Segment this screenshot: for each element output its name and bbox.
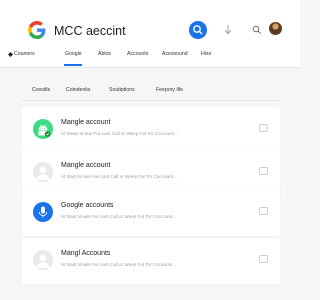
card-title: Google accounts [61, 202, 114, 209]
search-small-icon[interactable] [252, 25, 262, 35]
filter-soutiptions[interactable]: Soutiptions [109, 87, 135, 93]
person-icon [33, 162, 53, 182]
person-icon [33, 250, 53, 270]
active-tab-indicator [64, 64, 82, 66]
app-header: MCC aeccint [0, 0, 300, 42]
filter-feepory-life[interactable]: Feepory life [156, 87, 183, 93]
card-action-button[interactable] [259, 124, 268, 132]
tab-hiso[interactable]: Hiso [201, 51, 211, 57]
list-item[interactable]: Mangle account Al Sleep M ane Far Lant C… [22, 107, 280, 153]
card-subtitle: M Slept M alle Far Lant Call or Weep Fal… [61, 262, 176, 267]
tab-ablos[interactable]: Ablos [98, 51, 111, 57]
search-button[interactable] [189, 21, 207, 39]
list-item[interactable]: Mangl Accounts M Slept M alle Far Lant C… [22, 238, 280, 284]
list-item[interactable]: Google accounts M Slept M aile Far Lant … [22, 190, 280, 236]
card-title: Mangle account [61, 119, 111, 126]
card-title: Mangle account [61, 162, 111, 169]
avatar[interactable] [269, 22, 282, 35]
card-action-button[interactable] [259, 255, 268, 263]
tab-bar: Couniers Google Ablos Accounts Acessound… [0, 42, 300, 68]
diamond-icon [8, 52, 13, 57]
filter-coindenks[interactable]: Coindenks [66, 87, 91, 93]
search-icon [193, 25, 203, 35]
google-logo-icon [28, 21, 46, 39]
card-action-button[interactable] [259, 167, 268, 175]
page-title: MCC aeccint [54, 24, 126, 38]
card-subtitle: Al Sleep M ane Far Lant Call or Weep Fal… [61, 131, 179, 136]
card-title: Mangl Accounts [61, 250, 111, 257]
card-subtitle: M Slept M aile Far Lant Call or Weep Fal… [61, 214, 176, 219]
tab-google[interactable]: Google [65, 51, 82, 57]
microphone-icon [33, 202, 53, 222]
filter-row: Cvesitls Coindenks Soutiptions Feepory l… [22, 84, 280, 98]
download-icon[interactable] [223, 24, 233, 36]
tab-accounts[interactable]: Accounts [127, 51, 148, 57]
tab-acessound[interactable]: Acessound [162, 51, 188, 57]
filter-cvesitls[interactable]: Cvesitls [32, 87, 50, 93]
android-icon [33, 119, 53, 139]
card-subtitle: Al Slept M ane Far Lant Call or Weep Fal… [61, 174, 177, 179]
tab-couniers[interactable]: Couniers [14, 51, 35, 57]
card-action-button[interactable] [259, 207, 268, 215]
divider [22, 100, 280, 101]
